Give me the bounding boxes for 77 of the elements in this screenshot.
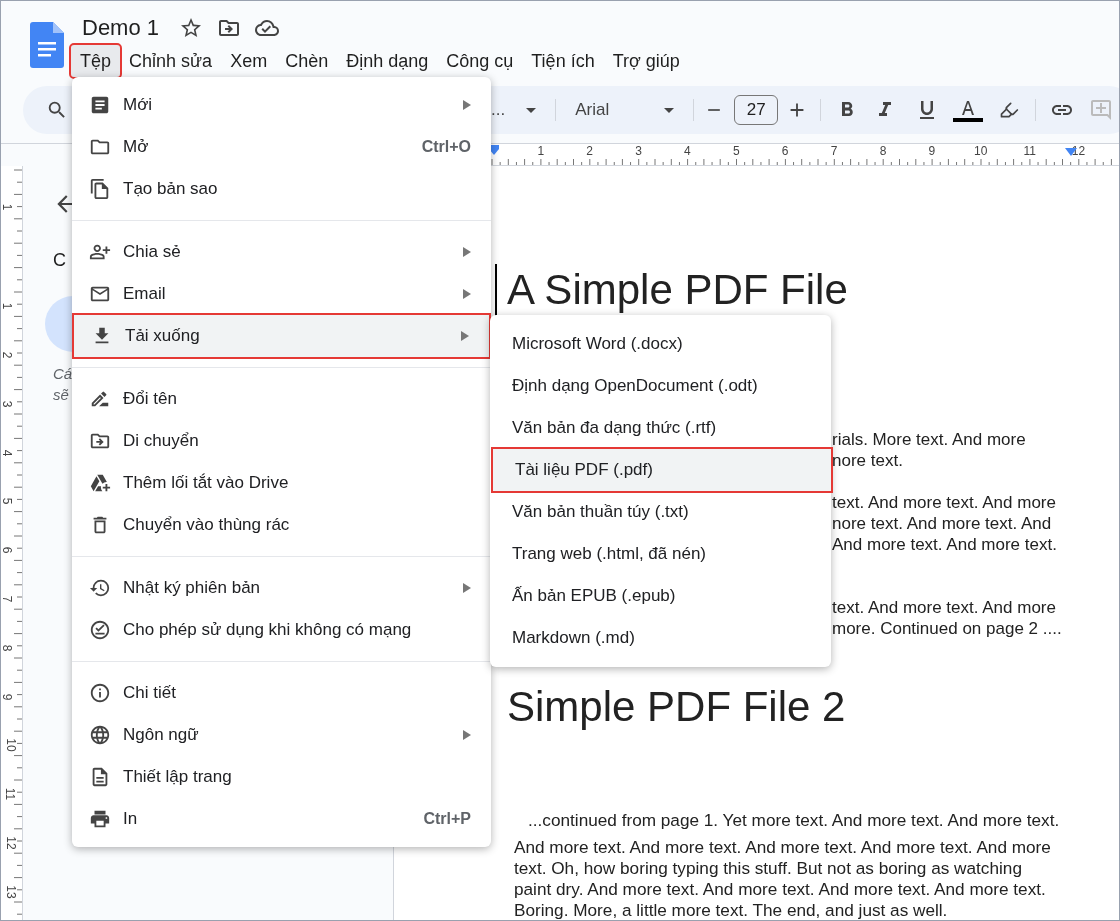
font-dropdown[interactable]: Arial [575,97,656,123]
menu-item[interactable]: Nhật ký phiên bản [72,567,491,609]
menu-bar-item[interactable]: Chỉnh sửa [120,45,222,77]
menu-item[interactable]: Microsoft Word (.docx) [490,323,831,365]
menu-item[interactable]: Cho phép sử dụng khi không có mạng [72,609,491,651]
search-icon[interactable] [46,99,68,121]
menu-item[interactable]: Ấn bản EPUB (.epub) [490,575,831,617]
menu-item[interactable]: Đổi tên [72,378,491,420]
menu-item[interactable]: Di chuyển [72,420,491,462]
ruler-number: 12 [4,836,17,850]
document-heading: Simple PDF File 2 [507,682,847,732]
menu-bar-item[interactable]: Công cụ [437,45,523,77]
document-text-line: nore text. And more text. And [832,513,1053,534]
highlighter-icon[interactable] [999,100,1020,120]
document-paragraph: And more text. And more text. And more text. And more text. And more text. Oh, how boring typing this stuff. But not as boring as watching paint dry. And more text. And more text. And more text. And more text. Boring. More, a little more text. The end, and just as well. [514,837,1052,920]
menu-item[interactable]: Mới [72,84,491,126]
globe-icon [89,724,111,746]
document-text-line: And more text. And more text. [832,534,1058,555]
menu-item[interactable]: Tài liệu PDF (.pdf) [493,449,831,491]
ruler-number: 5 [1,498,14,505]
text-cursor [495,264,497,316]
ruler-number: 1 [1,302,14,310]
sidebar-text: Cá [53,364,73,384]
menu-item[interactable]: Chia sẻ [72,231,491,273]
ruler-number: 10 [4,738,17,753]
menu-bar-item[interactable]: Xem [221,45,277,77]
menu-item[interactable]: Tạo bản sao [72,168,491,210]
docs-logo-icon [30,22,64,68]
document-heading: A Simple PDF File [507,265,848,315]
ruler-number: 1 [1,204,14,211]
ruler-number: 13 [4,885,17,899]
shortcut-text: Ctrl+P [423,809,471,829]
font-size-field[interactable]: 27 [734,95,779,125]
menu-item[interactable]: Thiết lập trang [72,756,491,798]
info-icon [89,682,111,704]
menu-item[interactable]: Tải xuống [74,315,489,357]
menu-item[interactable]: Thêm lối tắt vào Drive [72,462,491,504]
menu-item[interactable]: Chuyển vào thùng rác [72,504,491,546]
style-dropdown[interactable]: ... [491,97,506,123]
menu-item[interactable]: Văn bản thuần túy (.txt) [490,491,831,533]
document-text-line: text. And more text. And more [832,597,1057,618]
ruler-number: 4 [1,449,14,456]
document-text-line: more. Continued on page 2 .... [832,618,1063,639]
document-text-line: text. And more text. And more [832,492,1057,513]
ruler-number: 3 [1,400,14,408]
menu-item[interactable]: Định dạng OpenDocument (.odt) [490,365,831,407]
ruler-number: 2 [1,351,14,359]
triangle-plus-icon [89,472,111,494]
menu-item[interactable]: Markdown (.md) [490,617,831,659]
menu-item[interactable]: Văn bản đa dạng thức (.rtf) [490,407,831,449]
ruler-number: 8 [1,644,14,652]
sidebar-heading: C [53,249,66,272]
ruler-number: 11 [4,787,17,801]
menu-bar-item[interactable]: Trợ giúp [603,45,689,77]
menu-item[interactable]: Trang web (.html, đã nén) [490,533,831,575]
ruler-number: 6 [1,546,14,554]
sidebar-text: sẽ [53,385,69,405]
menu-bar-item[interactable]: Định dạng [337,45,438,77]
menu-item[interactable]: Email [72,273,491,315]
document-icon [89,94,111,116]
menu-item[interactable]: In Ctrl+P [72,798,491,840]
copy-icon [89,178,111,200]
document-paragraph: ...continued from page 1. Yet more text. And more text. And more text. [528,810,1060,831]
document-text-line: nore text. [832,450,904,471]
printer-icon [89,808,111,830]
menu-bar-item[interactable]: Tiện ích [522,45,604,77]
document-text-line: rials. More text. And more [832,429,1027,450]
menu-item[interactable]: Mở Ctrl+O [72,126,491,168]
menu-bar-item[interactable]: Tệp [71,45,121,77]
menu-item[interactable]: Chi tiết [72,672,491,714]
ruler-number: 9 [1,693,14,700]
menu-item[interactable]: Ngôn ngữ [72,714,491,756]
history-icon [89,577,111,599]
shortcut-text: Ctrl+O [421,137,471,157]
document-title[interactable]: Demo 1 [82,11,160,44]
menu-bar-item[interactable]: Chèn [276,45,338,77]
ruler-number: 7 [1,595,14,603]
